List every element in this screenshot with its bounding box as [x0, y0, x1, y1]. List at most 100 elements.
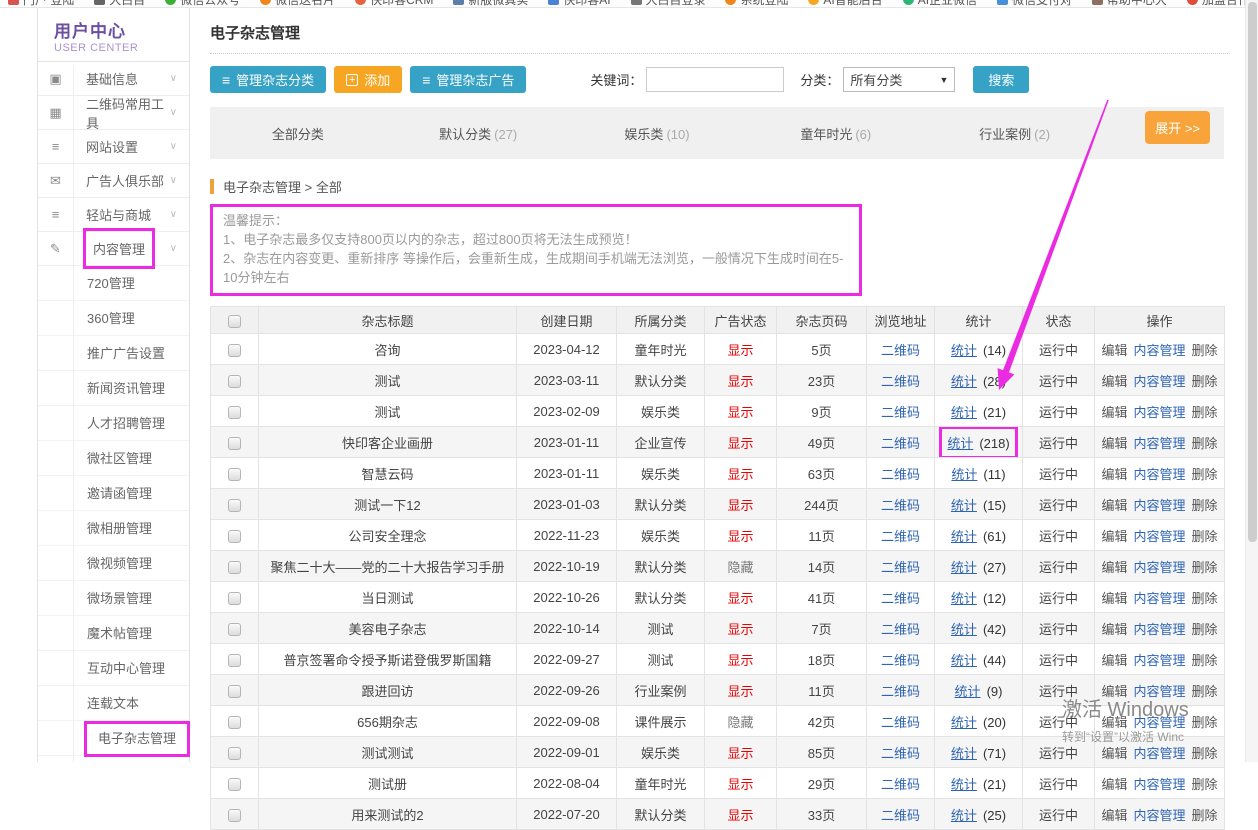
bookmark-item[interactable]: 快印客CRM: [355, 0, 433, 8]
delete-link[interactable]: 删除: [1192, 560, 1218, 575]
edit-link[interactable]: 编辑: [1101, 715, 1127, 730]
scrollbar-thumb[interactable]: [1248, 2, 1257, 542]
add-button[interactable]: + 添加: [334, 66, 402, 93]
content-manage-link[interactable]: 内容管理: [1133, 498, 1185, 513]
keyword-input[interactable]: [646, 67, 784, 92]
content-manage-link[interactable]: 内容管理: [1133, 715, 1185, 730]
delete-link[interactable]: 删除: [1192, 405, 1218, 420]
expand-button[interactable]: 展开 >>: [1145, 111, 1210, 144]
content-manage-link[interactable]: 内容管理: [1133, 777, 1185, 792]
edit-link[interactable]: 编辑: [1101, 374, 1127, 389]
row-checkbox[interactable]: [228, 654, 241, 667]
stats-link[interactable]: 统计: [951, 715, 977, 730]
content-manage-link[interactable]: 内容管理: [1133, 436, 1185, 451]
sidebar-subitem-1[interactable]: 720管理: [38, 266, 189, 301]
delete-link[interactable]: 删除: [1192, 653, 1218, 668]
edit-link[interactable]: 编辑: [1101, 405, 1127, 420]
row-checkbox[interactable]: [228, 437, 241, 450]
edit-link[interactable]: 编辑: [1101, 684, 1127, 699]
category-tab-4[interactable]: 童年时光(6): [746, 124, 925, 143]
delete-link[interactable]: 删除: [1192, 715, 1218, 730]
edit-link[interactable]: 编辑: [1101, 467, 1127, 482]
edit-link[interactable]: 编辑: [1101, 622, 1127, 637]
content-manage-link[interactable]: 内容管理: [1133, 405, 1185, 420]
bookmark-item[interactable]: 系统登陆: [725, 0, 788, 8]
qrcode-link[interactable]: 二维码: [881, 591, 920, 606]
edit-link[interactable]: 编辑: [1101, 777, 1127, 792]
sidebar-subitem-11[interactable]: 魔术帖管理: [38, 616, 189, 651]
stats-link[interactable]: 统计: [951, 374, 977, 389]
sidebar-item-6[interactable]: ✎内容管理∨: [38, 232, 189, 266]
content-manage-link[interactable]: 内容管理: [1133, 622, 1185, 637]
sidebar-subitem-12[interactable]: 互动中心管理: [38, 651, 189, 686]
content-manage-link[interactable]: 内容管理: [1133, 467, 1185, 482]
stats-link[interactable]: 统计: [951, 498, 977, 513]
content-manage-link[interactable]: 内容管理: [1133, 684, 1185, 699]
sidebar-subitem-6[interactable]: 微社区管理: [38, 441, 189, 476]
edit-link[interactable]: 编辑: [1101, 653, 1127, 668]
row-checkbox[interactable]: [228, 592, 241, 605]
stats-link[interactable]: 统计: [951, 467, 977, 482]
search-button[interactable]: 搜索: [973, 66, 1029, 93]
content-manage-link[interactable]: 内容管理: [1133, 808, 1185, 823]
sidebar-subitem-8[interactable]: 微相册管理: [38, 511, 189, 546]
qrcode-link[interactable]: 二维码: [881, 405, 920, 420]
category-tab-3[interactable]: 娱乐类(10): [568, 124, 747, 143]
delete-link[interactable]: 删除: [1192, 622, 1218, 637]
qrcode-link[interactable]: 二维码: [881, 684, 920, 699]
delete-link[interactable]: 删除: [1192, 529, 1218, 544]
qrcode-link[interactable]: 二维码: [881, 777, 920, 792]
sidebar-item-5[interactable]: ≡轻站与商城∨: [38, 198, 189, 232]
sidebar-item-2[interactable]: ▦二维码常用工具∨: [38, 96, 189, 130]
content-manage-link[interactable]: 内容管理: [1133, 374, 1185, 389]
row-checkbox[interactable]: [228, 561, 241, 574]
row-checkbox[interactable]: [228, 685, 241, 698]
qrcode-link[interactable]: 二维码: [881, 529, 920, 544]
row-checkbox[interactable]: [228, 468, 241, 481]
delete-link[interactable]: 删除: [1192, 467, 1218, 482]
delete-link[interactable]: 删除: [1192, 808, 1218, 823]
stats-link[interactable]: 统计: [951, 653, 977, 668]
edit-link[interactable]: 编辑: [1101, 591, 1127, 606]
stats-link[interactable]: 统计: [955, 684, 981, 699]
content-manage-link[interactable]: 内容管理: [1133, 560, 1185, 575]
bookmark-item[interactable]: 大白目登录: [631, 0, 706, 8]
row-checkbox[interactable]: [228, 778, 241, 791]
row-checkbox[interactable]: [228, 716, 241, 729]
content-manage-link[interactable]: 内容管理: [1133, 529, 1185, 544]
stats-link[interactable]: 统计: [951, 622, 977, 637]
edit-link[interactable]: 编辑: [1101, 746, 1127, 761]
bookmark-item[interactable]: 微信支付对: [997, 0, 1072, 8]
content-manage-link[interactable]: 内容管理: [1133, 343, 1185, 358]
edit-link[interactable]: 编辑: [1101, 343, 1127, 358]
stats-link[interactable]: 统计: [951, 405, 977, 420]
category-tab-1[interactable]: 全部分类: [210, 124, 389, 143]
content-manage-link[interactable]: 内容管理: [1133, 746, 1185, 761]
stats-link[interactable]: 统计: [951, 529, 977, 544]
delete-link[interactable]: 删除: [1192, 343, 1218, 358]
bookmark-item[interactable]: AI智能后台: [808, 0, 882, 8]
stats-link[interactable]: 统计: [951, 343, 977, 358]
qrcode-link[interactable]: 二维码: [881, 436, 920, 451]
delete-link[interactable]: 删除: [1192, 746, 1218, 761]
sidebar-subitem-3[interactable]: 推广广告设置: [38, 336, 189, 371]
edit-link[interactable]: 编辑: [1101, 560, 1127, 575]
delete-link[interactable]: 删除: [1192, 374, 1218, 389]
row-checkbox[interactable]: [228, 499, 241, 512]
category-tab-5[interactable]: 行业案例(2): [925, 124, 1104, 143]
delete-link[interactable]: 删除: [1192, 684, 1218, 699]
sidebar-subitem-13[interactable]: 连载文本: [38, 686, 189, 721]
edit-link[interactable]: 编辑: [1101, 808, 1127, 823]
qrcode-link[interactable]: 二维码: [881, 560, 920, 575]
bookmark-item[interactable]: 快印客AI: [548, 0, 610, 8]
row-checkbox[interactable]: [228, 623, 241, 636]
row-checkbox[interactable]: [228, 530, 241, 543]
edit-link[interactable]: 编辑: [1101, 498, 1127, 513]
row-checkbox[interactable]: [228, 747, 241, 760]
bookmark-item[interactable]: 微信公众号: [165, 0, 240, 8]
qrcode-link[interactable]: 二维码: [881, 653, 920, 668]
category-select[interactable]: 所有分类 ▼: [843, 67, 955, 92]
qrcode-link[interactable]: 二维码: [881, 343, 920, 358]
sidebar-subitem-10[interactable]: 微场景管理: [38, 581, 189, 616]
manage-category-button[interactable]: ≡ 管理杂志分类: [210, 66, 326, 93]
